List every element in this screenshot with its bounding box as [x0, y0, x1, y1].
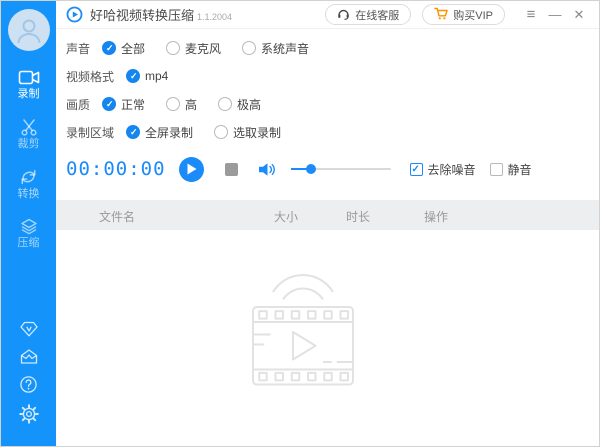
- help-icon[interactable]: [19, 375, 38, 394]
- radio-icon: [218, 97, 233, 111]
- radio-option-microphone[interactable]: 麦克风: [166, 40, 221, 57]
- sound-label: 声音: [66, 41, 91, 56]
- app-logo-icon: [66, 6, 83, 23]
- radio-option-normal[interactable]: 正常: [102, 96, 145, 113]
- titlebar: 好哈视频转换压缩 1.1.2004 在线客服 购买VIP ≡ — ✕: [56, 1, 599, 29]
- radio-checked-icon: [126, 125, 141, 139]
- radio-option-label: 系统声音: [261, 41, 310, 56]
- online-support-label: 在线客服: [355, 9, 400, 22]
- layers-icon: [20, 218, 38, 235]
- radio-checked-icon: [126, 69, 141, 83]
- radio-option-label: 选取录制: [233, 125, 282, 140]
- sound-row: 声音 全部 麦克风 系统声音: [66, 34, 599, 62]
- buy-vip-label: 购买VIP: [453, 9, 493, 22]
- checkbox-checked-icon: [409, 162, 423, 176]
- noise-removal-checkbox[interactable]: 去除噪音: [409, 161, 476, 178]
- headset-icon: [337, 7, 350, 23]
- minimize-icon[interactable]: —: [543, 1, 567, 29]
- vip-diamond-icon[interactable]: [19, 320, 39, 338]
- noise-removal-label: 去除噪音: [427, 162, 476, 177]
- scissors-icon: [20, 118, 38, 136]
- main-area: 好哈视频转换压缩 1.1.2004 在线客服 购买VIP ≡ — ✕ 声音 ✓ …: [56, 1, 599, 446]
- stop-button[interactable]: [224, 162, 238, 176]
- volume-slider[interactable]: [290, 164, 391, 174]
- app-window: 录制 裁剪 转换 压缩 好哈视频转换压缩 1.1.2004 在线客服 购买VIP…: [0, 0, 600, 447]
- file-list-empty-state: [56, 230, 599, 446]
- radio-option-system-sound[interactable]: 系统声音: [242, 40, 309, 57]
- radio-option-all[interactable]: 全部: [102, 40, 145, 57]
- radio-option-high[interactable]: 高: [166, 96, 197, 113]
- video-format-row: 视频格式 mp4: [66, 62, 599, 90]
- column-size: 大小: [274, 210, 299, 224]
- radio-icon: [166, 97, 181, 111]
- recorder-controls: 00:00:00 去除噪音: [56, 149, 599, 189]
- avatar[interactable]: [7, 9, 50, 51]
- radio-option-label: mp4: [145, 69, 169, 83]
- sidebar-item-compress[interactable]: 压缩: [1, 215, 56, 252]
- mute-checkbox[interactable]: 静音: [489, 161, 532, 178]
- sidebar-item-record[interactable]: 录制: [1, 66, 56, 103]
- radio-option-label: 麦克风: [185, 41, 222, 56]
- online-support-button[interactable]: 在线客服: [325, 4, 412, 25]
- radio-icon: [242, 41, 257, 55]
- sidebar-item-trim[interactable]: 裁剪: [1, 115, 56, 153]
- sidebar-item-label: 录制: [17, 88, 40, 100]
- sidebar-item-label: 转换: [17, 188, 40, 200]
- record-area-label: 录制区域: [66, 125, 115, 140]
- quality-label: 画质: [66, 97, 91, 112]
- radio-option-label: 高: [185, 97, 198, 112]
- user-icon: [17, 19, 40, 44]
- radio-option-fullscreen[interactable]: 全屏录制: [126, 124, 193, 141]
- sidebar: 录制 裁剪 转换 压缩: [1, 1, 56, 446]
- radio-icon: [166, 41, 181, 55]
- sidebar-nav: 录制 裁剪 转换 压缩: [1, 66, 56, 252]
- play-icon: [187, 163, 197, 175]
- sidebar-item-label: 裁剪: [17, 138, 40, 150]
- play-button[interactable]: [178, 156, 204, 182]
- file-table-header: 文件名 大小 时长 操作: [56, 200, 599, 230]
- app-title: 好哈视频转换压缩: [90, 8, 195, 23]
- column-operation: 操作: [424, 210, 449, 224]
- sidebar-bottom: [18, 320, 39, 446]
- convert-icon: [19, 168, 38, 186]
- radio-option-mp4[interactable]: mp4: [126, 69, 168, 83]
- sidebar-item-label: 压缩: [17, 237, 40, 249]
- radio-option-label: 全屏录制: [145, 125, 194, 140]
- radio-option-very-high[interactable]: 极高: [218, 96, 261, 113]
- cart-icon: [434, 7, 449, 23]
- radio-icon: [214, 125, 229, 139]
- menu-icon[interactable]: ≡: [519, 1, 543, 29]
- mail-icon[interactable]: [19, 348, 39, 365]
- buy-vip-button[interactable]: 购买VIP: [422, 4, 505, 25]
- radio-checked-icon: [102, 41, 117, 55]
- quality-row: 画质 正常 高 极高: [66, 90, 599, 118]
- radio-option-label: 极高: [237, 97, 262, 112]
- recording-timer: 00:00:00: [66, 158, 166, 180]
- record-area-row: 录制区域 全屏录制 选取录制: [66, 118, 599, 146]
- volume-icon[interactable]: [258, 162, 278, 177]
- volume-slider-thumb[interactable]: [305, 164, 316, 174]
- mute-label: 静音: [507, 162, 532, 177]
- radio-option-label: 全部: [121, 41, 146, 56]
- settings-icon[interactable]: [18, 404, 39, 424]
- app-version: 1.1.2004: [197, 11, 233, 22]
- column-filename: 文件名: [99, 210, 136, 224]
- radio-option-select-region[interactable]: 选取录制: [214, 124, 281, 141]
- radio-option-label: 正常: [121, 97, 146, 112]
- close-icon[interactable]: ✕: [567, 1, 591, 29]
- video-format-label: 视频格式: [66, 69, 115, 84]
- record-options: 声音 全部 麦克风 系统声音 视频格式 mp4: [56, 29, 599, 146]
- checkbox-icon: [489, 162, 503, 176]
- film-reel-icon: [228, 272, 378, 402]
- camera-icon: [18, 69, 40, 86]
- column-duration: 时长: [346, 210, 371, 224]
- sidebar-item-convert[interactable]: 转换: [1, 165, 56, 203]
- radio-checked-icon: [102, 97, 117, 111]
